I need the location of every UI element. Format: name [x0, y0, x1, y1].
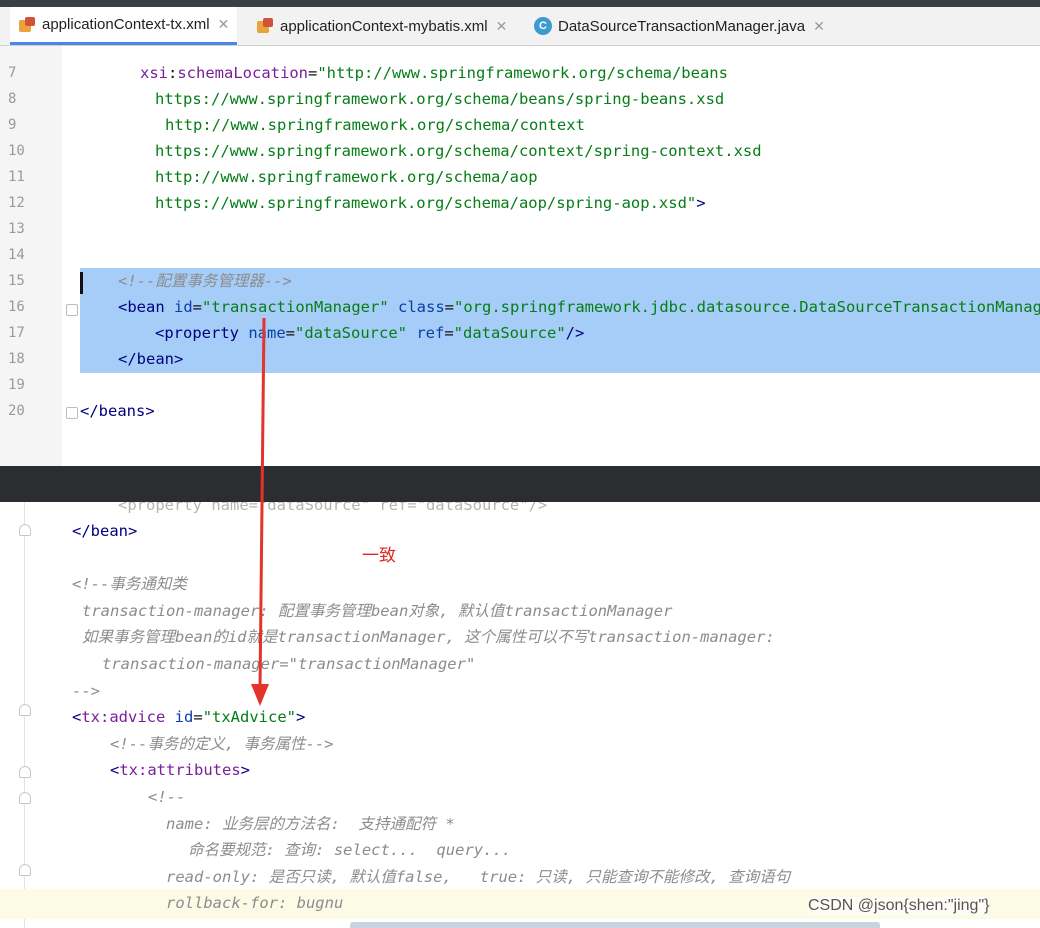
tooltip-edge [350, 922, 880, 928]
watermark: CSDN @json{shen:"jing"} [808, 897, 990, 915]
annotation-arrow [251, 317, 269, 706]
annotation-text: 一致 [362, 546, 396, 565]
arrow-shaft [258, 317, 266, 691]
arrow-head [251, 684, 269, 706]
